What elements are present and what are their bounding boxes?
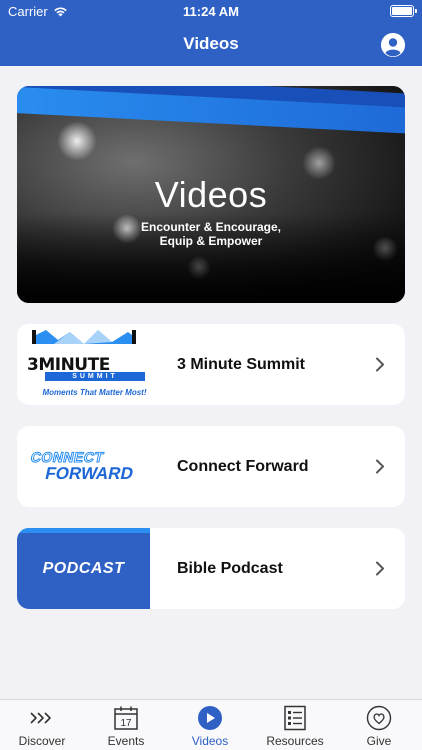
tab-label: Events <box>107 734 145 748</box>
connect-logo-line2: FORWARD <box>42 464 135 483</box>
podcast-thumbnail: PODCAST <box>17 528 150 609</box>
videos-banner: Videos Encounter & Encourage, Equip & Em… <box>17 86 405 303</box>
chevrons-right-icon <box>30 712 51 724</box>
card-3-minute-summit[interactable]: 3MINUTE SUMMIT Moments That Matter Most!… <box>17 324 405 405</box>
summit-logo-tagline: Moments That Matter Most! <box>42 388 147 397</box>
connect-logo-line1: CONNECT <box>28 449 105 466</box>
tab-label: Give <box>366 734 392 748</box>
status-time: 11:24 AM <box>183 4 239 19</box>
status-bar: Carrier 11:24 AM <box>0 0 422 22</box>
person-circle-icon <box>381 33 405 57</box>
card-bible-podcast[interactable]: PODCAST Bible Podcast <box>17 528 405 609</box>
podcast-thumb-text: PODCAST <box>42 559 125 577</box>
profile-button[interactable] <box>381 33 405 57</box>
calendar-day: 17 <box>120 718 132 729</box>
list-document-icon <box>284 705 306 731</box>
tab-label: Videos <box>191 734 229 748</box>
tab-label: Discover <box>18 734 66 748</box>
nav-header: Carrier 11:24 AM Videos <box>0 0 422 66</box>
tab-videos[interactable]: Videos <box>168 700 252 750</box>
summit-logo-line2: SUMMIT <box>72 373 118 380</box>
card-connect-forward[interactable]: CONNECT FORWARD Connect Forward <box>17 426 405 507</box>
play-circle-icon <box>198 706 222 730</box>
tab-bar: Discover 17 Events Videos Resources Give <box>0 699 422 750</box>
calendar-icon: 17 <box>114 706 138 730</box>
chevron-right-icon <box>376 561 384 576</box>
battery-icon <box>390 5 417 17</box>
banner-subtitle-line1: Encounter & Encourage, <box>140 220 282 234</box>
banner-subtitle-line2: Equip & Empower <box>159 234 263 248</box>
chevron-right-icon <box>376 459 384 474</box>
banner-title: Videos <box>154 174 268 215</box>
connect-forward-logo: CONNECT FORWARD <box>17 426 150 507</box>
card-label: Bible Podcast <box>177 560 283 577</box>
card-label: Connect Forward <box>177 458 309 475</box>
tab-resources[interactable]: Resources <box>253 700 337 750</box>
tab-label: Resources <box>266 734 324 748</box>
page-title: Videos <box>183 34 239 53</box>
tab-events[interactable]: 17 Events <box>84 700 168 750</box>
heart-circle-icon <box>366 705 392 731</box>
tab-give[interactable]: Give <box>337 700 421 750</box>
chevron-right-icon <box>376 357 384 372</box>
card-label: 3 Minute Summit <box>177 356 306 373</box>
tab-discover[interactable]: Discover <box>0 700 84 750</box>
